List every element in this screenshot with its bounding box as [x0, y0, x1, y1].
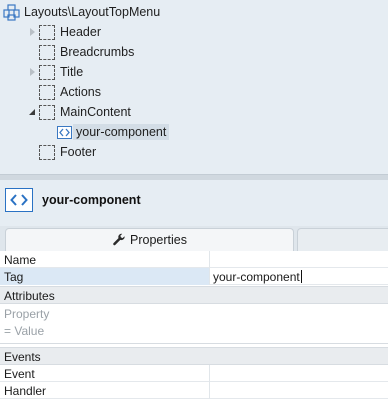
tree-item-footer[interactable]: Footer [39, 142, 96, 162]
layout-icon [3, 3, 20, 21]
property-key: Name [4, 253, 37, 267]
placeholder-icon [39, 104, 55, 120]
property-row-event[interactable]: Event [0, 365, 388, 382]
property-row-tag[interactable]: Tag your-component [0, 268, 388, 285]
attributes-section-header[interactable]: Attributes [0, 286, 388, 304]
tree-item-label: Breadcrumbs [60, 45, 135, 59]
cell-divider [209, 251, 210, 268]
tree-item-your-component[interactable]: your-component [57, 122, 170, 142]
tree-item-label: Actions [60, 85, 101, 99]
tag-value-input[interactable]: your-component [213, 270, 302, 284]
cell-divider [209, 382, 210, 399]
placeholder-icon [39, 84, 55, 100]
placeholder-icon [39, 64, 55, 80]
wrench-icon [113, 233, 125, 246]
tree-item-header[interactable]: Header [30, 22, 101, 42]
divider [0, 343, 388, 344]
tab-bar: Properties [0, 226, 388, 251]
property-key: Event [4, 367, 35, 381]
code-tag-icon [5, 188, 33, 212]
selected-widget-title: your-component [42, 193, 141, 207]
text-caret [300, 270, 302, 283]
cell-divider [209, 365, 210, 382]
section-label: Events [4, 350, 41, 364]
tree-item-label: Header [60, 25, 101, 39]
tree-item-label: MainContent [60, 105, 131, 119]
events-section-header[interactable]: Events [0, 347, 388, 365]
widget-tree: Layouts\LayoutTopMenu Header Breadcrumbs… [0, 0, 388, 174]
code-tag-icon [57, 125, 72, 139]
section-label: Attributes [4, 289, 55, 303]
tree-item-actions[interactable]: Actions [39, 82, 101, 102]
expand-arrow-icon[interactable] [30, 68, 35, 76]
placeholder-icon [39, 24, 55, 40]
property-row-name[interactable]: Name [0, 251, 388, 268]
tree-item-label: Title [60, 65, 84, 79]
tag-value-text: your-component [213, 270, 300, 284]
property-key: Handler [4, 384, 47, 398]
property-key: Tag [4, 270, 24, 284]
tab-properties[interactable]: Properties [5, 228, 294, 251]
placeholder-icon [39, 44, 55, 60]
property-row-handler[interactable]: Handler [0, 382, 388, 399]
tree-root-layout[interactable]: Layouts\LayoutTopMenu [3, 2, 160, 22]
tab-label: Properties [130, 233, 187, 247]
tree-root-label: Layouts\LayoutTopMenu [24, 5, 161, 19]
attribute-value-placeholder[interactable]: = Value [4, 324, 44, 338]
placeholder-icon [39, 144, 55, 160]
tree-item-label: your-component [73, 124, 170, 140]
tree-item-title[interactable]: Title [30, 62, 83, 82]
collapse-arrow-icon[interactable] [29, 109, 35, 115]
properties-header: your-component [0, 180, 388, 226]
expand-arrow-icon[interactable] [30, 28, 35, 36]
tree-item-maincontent[interactable]: MainContent [29, 102, 131, 122]
tree-item-breadcrumbs[interactable]: Breadcrumbs [39, 42, 134, 62]
cell-divider [209, 268, 210, 285]
selection-highlight [0, 268, 209, 285]
attribute-property-placeholder[interactable]: Property [4, 307, 49, 321]
property-grid: Name Tag your-component Attributes Prope… [0, 251, 388, 407]
tree-item-label: Footer [60, 145, 97, 159]
tab-secondary[interactable] [297, 228, 388, 251]
